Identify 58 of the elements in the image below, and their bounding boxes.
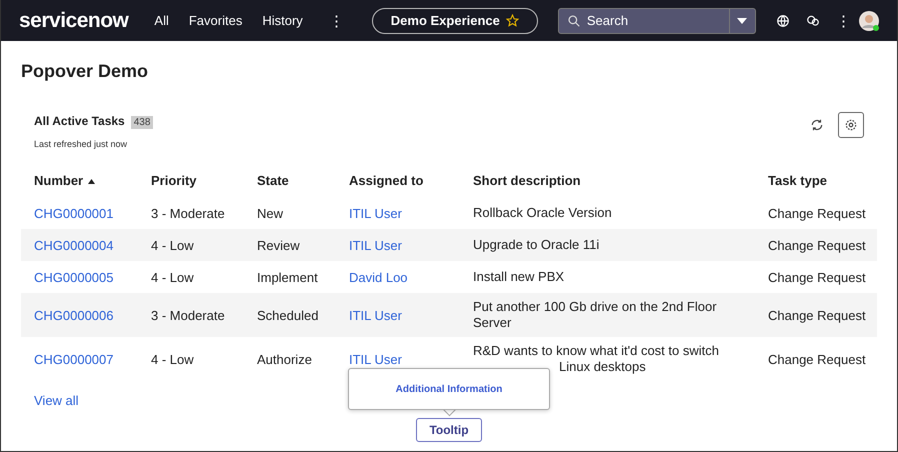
record-link[interactable]: CHG0000001 [34,206,114,220]
column-header[interactable]: Number [21,163,151,197]
column-header[interactable]: State [257,163,349,197]
table-cell: Install new PBX [473,261,768,293]
table-cell: Change Request [768,337,877,381]
table-cell: Review [257,229,349,261]
count-badge: 438 [130,116,154,129]
column-header[interactable]: Priority [151,163,257,197]
user-link[interactable]: ITIL User [349,308,402,322]
chat-icon[interactable] [806,14,820,28]
table-cell: Change Request [768,261,877,293]
view-all-link[interactable]: View all [34,393,79,408]
search-icon [566,14,581,28]
refresh-icon[interactable] [810,118,824,132]
table-cell: 4 - Low [151,337,257,381]
settings-icon [844,118,858,132]
more-menu[interactable]: ⋮ [322,12,350,30]
user-link[interactable]: ITIL User [349,206,402,220]
experience-button[interactable]: Demo Experience [372,8,538,34]
table-cell: Put another 100 Gb drive on the 2nd Floor Server [473,293,768,337]
logo[interactable]: servicenow [19,8,128,32]
record-link[interactable]: CHG0000007 [34,352,114,366]
column-header[interactable]: Assigned to [349,163,473,197]
table-cell: Change Request [768,229,877,261]
table-cell: Implement [257,261,349,293]
caret-icon [737,18,748,24]
page-title: Popover Demo [21,61,150,82]
table-cell: 4 - Low [151,261,257,293]
column-header[interactable]: Short description [473,163,768,197]
search-field[interactable]: Search [558,8,756,34]
column-header[interactable]: Task type [768,163,877,197]
search-input[interactable]: Search [586,13,729,28]
user-link[interactable]: David Loo [349,270,408,284]
table-cell: 3 - Moderate [151,293,257,337]
table-cell: Upgrade to Oracle 11i [473,229,768,261]
settings-button[interactable] [838,112,864,138]
table-cell: R&D wants to know what it'd cost to switch Linux desktops [473,337,768,381]
table-cell: Change Request [768,293,877,337]
more-menu[interactable]: ⋮ [830,12,857,30]
table-cell: 4 - Low [151,229,257,261]
table-cell: 3 - Moderate [151,197,257,229]
nav-link[interactable]: All [154,13,169,28]
table-cell: Change Request [768,197,877,229]
nav-link[interactable]: History [262,13,303,28]
globe-icon[interactable] [776,14,790,28]
refresh-status: Last refreshed just now [34,139,128,149]
list-title: All Active Tasks [34,114,125,128]
avatar-icon[interactable] [859,10,879,30]
table-cell: New [257,197,349,229]
record-link[interactable]: CHG0000005 [34,270,114,284]
popover-text: Additional Information [396,384,502,394]
nav-link[interactable]: Favorites [188,13,242,28]
star-icon [506,14,519,27]
table-cell: Scheduled [257,293,349,337]
tooltip-button[interactable]: Tooltip [416,418,482,442]
table-cell: Rollback Oracle Version [473,197,768,229]
user-link[interactable]: ITIL User [349,352,402,366]
table-cell: Authorize [257,337,349,381]
